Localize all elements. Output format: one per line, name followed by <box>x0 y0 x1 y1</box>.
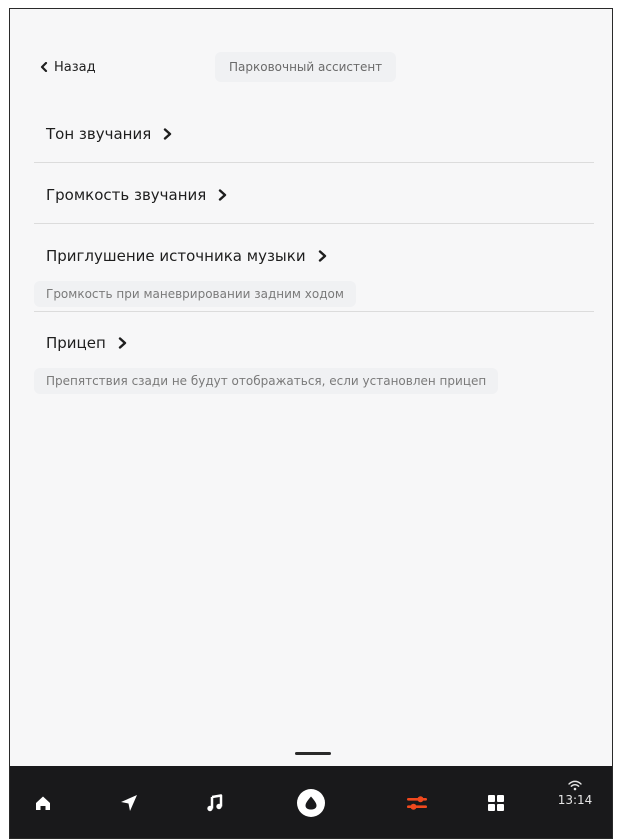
clock-time: 13:14 <box>557 793 593 807</box>
back-label: Назад <box>54 59 96 75</box>
chevron-right-icon <box>118 337 126 349</box>
setting-music-ducking[interactable]: Приглушение источника музыки Громкость п… <box>34 239 594 307</box>
divider <box>34 223 594 224</box>
setting-label: Громкость звучания <box>46 186 207 204</box>
dock-navigation[interactable] <box>112 786 146 820</box>
dock-home[interactable] <box>26 786 60 820</box>
setting-trailer[interactable]: Прицеп Препятствия сзади не будут отобра… <box>34 326 594 394</box>
drag-handle[interactable] <box>295 752 331 755</box>
settings-icon <box>407 796 427 810</box>
navigation-icon <box>121 795 137 811</box>
dock-settings[interactable] <box>400 786 434 820</box>
chevron-right-icon <box>219 189 227 201</box>
setting-tone[interactable]: Тон звучания <box>34 117 594 151</box>
divider <box>34 311 594 312</box>
dock-music[interactable] <box>198 786 232 820</box>
divider <box>34 162 594 163</box>
setting-label: Тон звучания <box>46 125 152 143</box>
wifi-icon <box>568 780 582 791</box>
setting-description: Громкость при маневрировании задним ходо… <box>34 281 356 307</box>
page-title: Парковочный ассистент <box>215 52 397 82</box>
setting-label: Прицеп <box>46 334 106 352</box>
chevron-left-icon <box>40 62 48 72</box>
setting-description: Препятствия сзади не будут отображаться,… <box>34 368 499 394</box>
setting-volume[interactable]: Громкость звучания <box>34 178 594 212</box>
home-icon <box>36 796 50 810</box>
setting-label: Приглушение источника музыки <box>46 247 306 265</box>
alice-icon <box>297 789 325 817</box>
status-clock: 13:14 <box>550 780 600 807</box>
dock-apps[interactable] <box>479 786 513 820</box>
apps-icon <box>488 795 504 811</box>
screen: Назад Парковочный ассистент Тон звучания… <box>9 8 613 839</box>
chevron-right-icon <box>164 128 172 140</box>
dock-alice[interactable] <box>294 786 328 820</box>
chevron-right-icon <box>318 250 326 262</box>
back-button[interactable]: Назад <box>40 53 96 81</box>
music-icon <box>207 794 223 812</box>
bottom-dock: 13:14 <box>10 766 612 838</box>
